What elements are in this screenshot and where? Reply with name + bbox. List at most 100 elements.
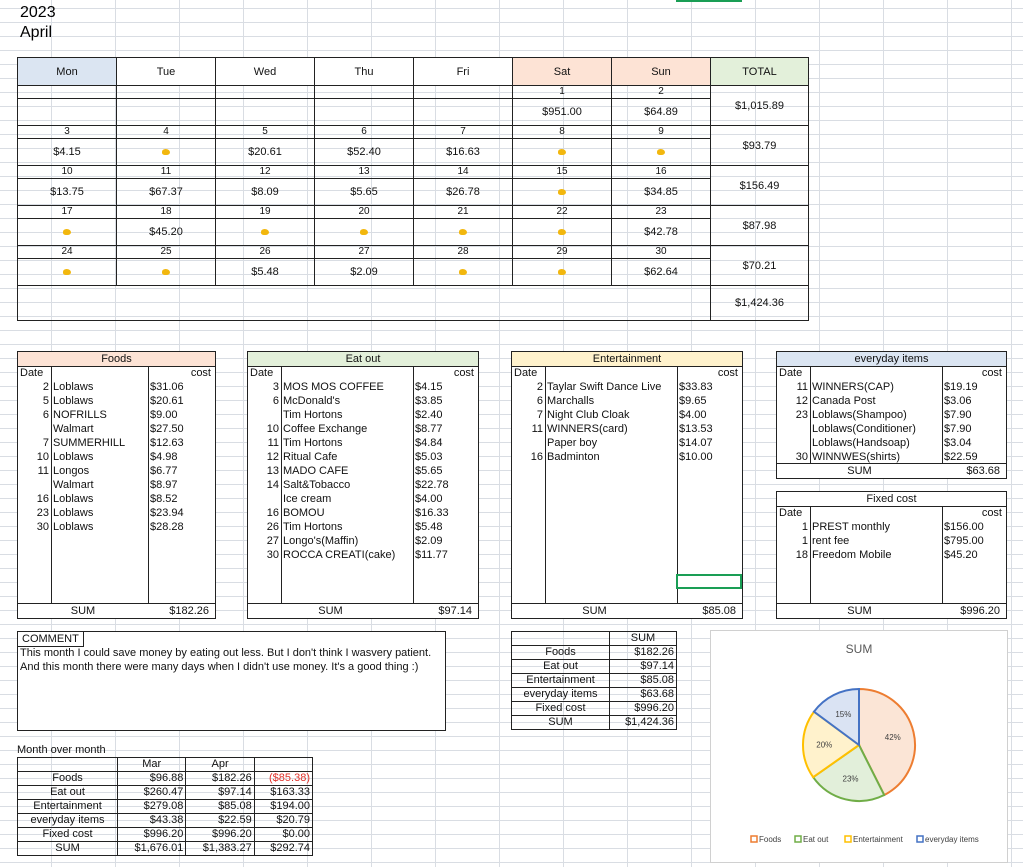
row-cost[interactable]: $9.65 [679,394,740,408]
mom-diff-value[interactable]: $20.79 [253,813,314,828]
row-item[interactable]: Freedom Mobile [812,548,941,562]
day-amount[interactable]: $2.09 [314,258,414,286]
row-date[interactable]: 7 [18,436,49,450]
row-item[interactable]: Loblaws(Handsoap) [812,436,941,450]
row-cost[interactable]: $3.85 [415,394,476,408]
row-item[interactable]: Badminton [547,450,676,464]
row-item[interactable]: Ice cream [283,492,412,506]
day-amount[interactable]: $45.20 [116,218,216,246]
day-amount[interactable] [413,258,513,286]
day-number[interactable] [215,85,315,99]
day-amount[interactable] [17,258,117,286]
day-number[interactable] [116,85,216,99]
row-date[interactable]: 7 [512,408,543,422]
row-item[interactable]: Loblaws [53,380,147,394]
row-date[interactable]: 10 [248,422,279,436]
day-number[interactable]: 24 [17,245,117,259]
week-total[interactable]: $93.79 [710,125,809,166]
row-item[interactable]: Loblaws [53,394,147,408]
row-cost[interactable]: $13.53 [679,422,740,436]
row-cost[interactable]: $156.00 [944,520,1004,534]
row-cost[interactable]: $4.15 [415,380,476,394]
day-amount[interactable] [17,218,117,246]
row-cost[interactable]: $7.90 [944,422,1004,436]
day-number[interactable]: 9 [611,125,711,139]
row-item[interactable]: Tim Hortons [283,436,412,450]
day-number[interactable] [314,85,414,99]
row-date[interactable]: 1 [777,520,808,534]
day-amount[interactable]: $62.64 [611,258,711,286]
mom-apr-value[interactable]: $1,383.27 [185,841,255,856]
row-cost[interactable]: $2.09 [415,534,476,548]
row-date[interactable]: 5 [18,394,49,408]
day-number[interactable] [413,85,513,99]
day-amount[interactable] [116,258,216,286]
day-number[interactable]: 14 [413,165,513,179]
row-date[interactable]: 3 [248,380,279,394]
row-cost[interactable]: $19.19 [944,380,1004,394]
row-cost[interactable]: $4.00 [679,408,740,422]
day-number[interactable]: 15 [512,165,612,179]
row-item[interactable]: PREST monthly [812,520,941,534]
row-date[interactable]: 16 [512,450,543,464]
mom-mar-value[interactable]: $96.88 [117,771,187,786]
row-item[interactable]: Loblaws [53,506,147,520]
day-number[interactable]: 1 [512,85,612,99]
day-amount[interactable]: $13.75 [17,178,117,206]
day-amount[interactable]: $52.40 [314,138,414,166]
mom-diff-value[interactable]: $292.74 [253,841,314,856]
summary-value[interactable]: $1,424.36 [609,715,677,730]
row-cost[interactable]: $10.00 [679,450,740,464]
sum-value[interactable]: $85.08 [677,604,736,618]
row-date[interactable]: 1 [777,534,808,548]
row-date[interactable]: 30 [248,548,279,562]
day-number[interactable]: 30 [611,245,711,259]
day-amount[interactable] [611,138,711,166]
mom-apr-value[interactable]: $996.20 [185,827,255,842]
row-item[interactable]: Salt&Tobacco [283,478,412,492]
day-number[interactable]: 23 [611,205,711,219]
row-date[interactable]: 18 [777,548,808,562]
row-date[interactable] [248,492,279,506]
row-cost[interactable]: $2.40 [415,408,476,422]
day-amount[interactable] [314,98,414,126]
row-item[interactable]: WINNWES(shirts) [812,450,941,464]
row-item[interactable]: Loblaws(Shampoo) [812,408,941,422]
day-number[interactable]: 25 [116,245,216,259]
row-date[interactable]: 2 [512,380,543,394]
day-number[interactable]: 27 [314,245,414,259]
day-number[interactable]: 17 [17,205,117,219]
week-total[interactable]: $87.98 [710,205,809,246]
day-number[interactable]: 26 [215,245,315,259]
row-cost[interactable]: $16.33 [415,506,476,520]
row-cost[interactable]: $9.00 [150,408,213,422]
row-cost[interactable]: $45.20 [944,548,1004,562]
row-item[interactable]: Longo's(Maffin) [283,534,412,548]
mom-diff-value[interactable]: $0.00 [253,827,314,842]
row-date[interactable]: 11 [512,422,543,436]
day-number[interactable]: 16 [611,165,711,179]
day-amount[interactable]: $5.65 [314,178,414,206]
mom-mar-value[interactable]: $1,676.01 [117,841,187,856]
row-date[interactable]: 11 [18,464,49,478]
row-cost[interactable]: $23.94 [150,506,213,520]
row-cost[interactable]: $5.48 [415,520,476,534]
day-amount[interactable]: $64.89 [611,98,711,126]
row-item[interactable]: Canada Post [812,394,941,408]
row-item[interactable]: Ritual Cafe [283,450,412,464]
pie-chart[interactable]: SUM 42% 23% 20% 15% Foods Eat out Entertainment… [710,630,1008,863]
row-item[interactable]: Tim Hortons [283,520,412,534]
row-cost[interactable]: $11.77 [415,548,476,562]
day-amount[interactable] [512,138,612,166]
summary-value[interactable]: $996.20 [609,701,677,716]
row-item[interactable]: Marchalls [547,394,676,408]
row-date[interactable]: 10 [18,450,49,464]
day-amount[interactable]: $42.78 [611,218,711,246]
row-item[interactable]: NOFRILLS [53,408,147,422]
mom-mar-value[interactable]: $996.20 [117,827,187,842]
day-number[interactable]: 5 [215,125,315,139]
row-cost[interactable]: $4.00 [415,492,476,506]
day-number[interactable]: 2 [611,85,711,99]
day-amount[interactable] [512,218,612,246]
row-item[interactable]: SUMMERHILL [53,436,147,450]
